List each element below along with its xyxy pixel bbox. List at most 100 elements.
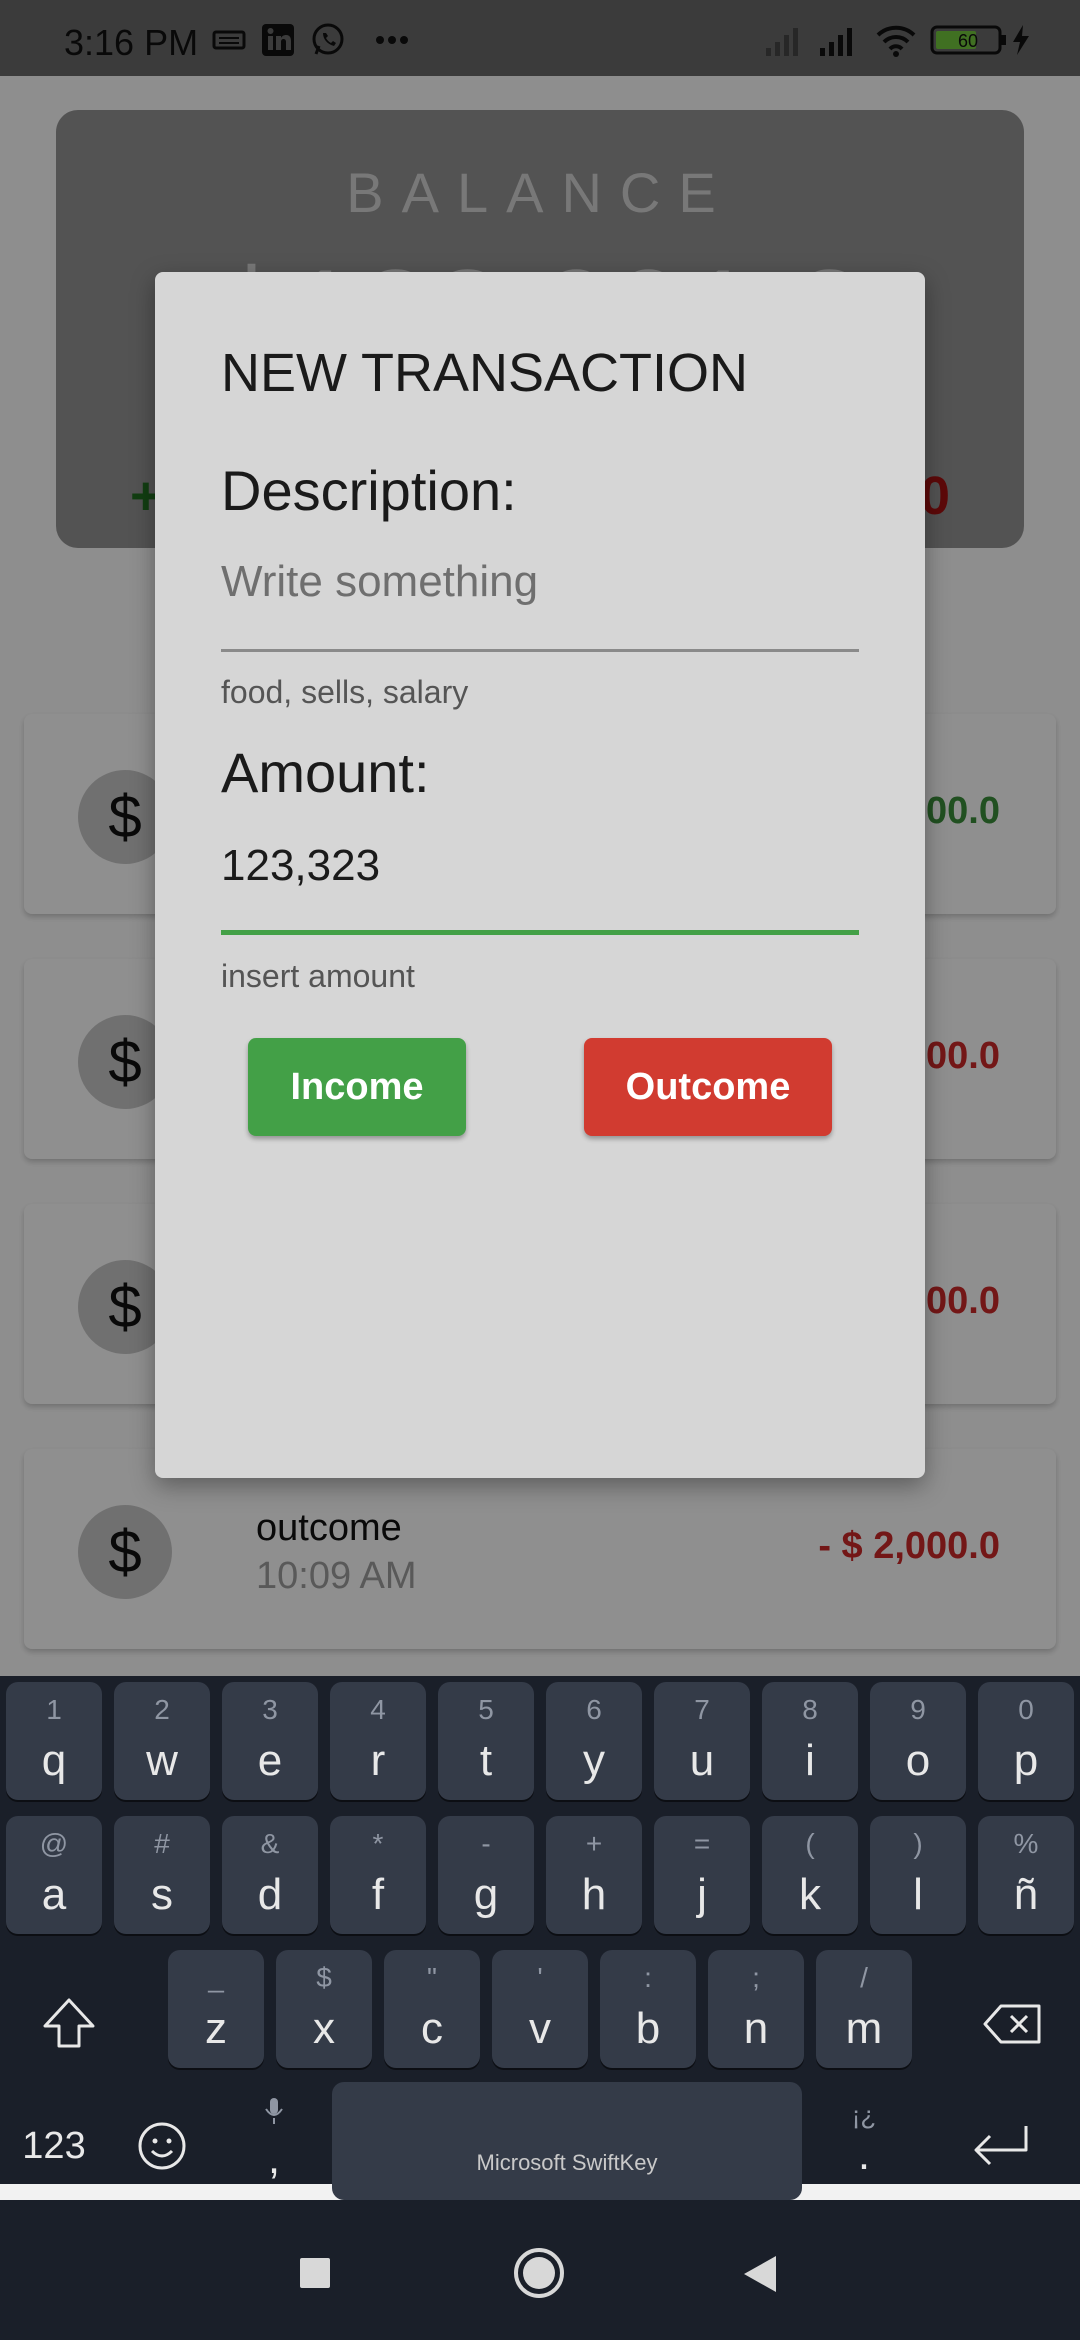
shift-key[interactable] — [6, 1966, 132, 2084]
key-label: n — [743, 2004, 769, 2053]
key-q[interactable]: 1q — [6, 1682, 102, 1800]
key-secondary-label: ; — [752, 1962, 760, 1993]
key-secondary-label: @ — [39, 1828, 69, 1859]
backspace-icon — [983, 2004, 1041, 2044]
key-label: x — [313, 2004, 335, 2053]
key-w[interactable]: 2w — [114, 1682, 210, 1800]
key-secondary-label: : — [644, 1962, 652, 1993]
comma-label: , — [267, 2134, 281, 2183]
key-label: p — [1013, 1736, 1039, 1785]
dialog-title: NEW TRANSACTION — [221, 343, 749, 403]
key-secondary-label: - — [481, 1828, 491, 1859]
back-icon[interactable] — [740, 2254, 780, 2294]
key-secondary-label: 4 — [370, 1694, 386, 1725]
key-label: i — [805, 1736, 815, 1785]
description-underline — [221, 649, 859, 652]
key-e[interactable]: 3e — [222, 1682, 318, 1800]
income-button[interactable]: Income — [248, 1038, 466, 1136]
key-secondary-label: 2 — [154, 1694, 170, 1725]
outcome-button[interactable]: Outcome — [584, 1038, 832, 1136]
key-l[interactable]: ) l — [870, 1816, 966, 1934]
key-secondary-label: 6 — [586, 1694, 602, 1725]
key-secondary-label: $ — [316, 1962, 332, 1993]
key-r[interactable]: 4r — [330, 1682, 426, 1800]
key-g[interactable]: -g — [438, 1816, 534, 1934]
key-label: d — [257, 1870, 283, 1919]
backspace-key[interactable] — [950, 1966, 1076, 2084]
amount-input[interactable] — [221, 818, 859, 914]
description-input[interactable] — [221, 534, 859, 630]
key-z[interactable]: _ z — [168, 1950, 264, 2068]
description-label: Description: — [221, 459, 517, 522]
key-m[interactable]: / m — [816, 1950, 912, 2068]
key-label: m — [845, 2004, 883, 2053]
new-transaction-dialog: NEW TRANSACTION Description: food, sells… — [155, 272, 925, 1478]
key-c[interactable]: " c — [384, 1950, 480, 2068]
key-secondary-label: # — [154, 1828, 170, 1859]
key-secondary-label: 3 — [262, 1694, 278, 1725]
key-secondary-label: + — [585, 1828, 603, 1859]
key-f[interactable]: * f — [330, 1816, 426, 1934]
key-p[interactable]: 0p — [978, 1682, 1074, 1800]
key-s[interactable]: # s — [114, 1816, 210, 1934]
key-d[interactable]: & d — [222, 1816, 318, 1934]
key-secondary-label: * — [372, 1828, 384, 1859]
key-i[interactable]: 8i — [762, 1682, 858, 1800]
microphone-icon — [265, 2098, 283, 2124]
enter-icon — [974, 2126, 1028, 2166]
key-label: b — [635, 2004, 661, 2053]
key-secondary-label: 7 — [694, 1694, 710, 1725]
key-b[interactable]: :b — [600, 1950, 696, 2068]
key-label: h — [581, 1870, 607, 1919]
home-icon[interactable] — [512, 2246, 566, 2300]
key-secondary-label: = — [693, 1828, 711, 1859]
key-a[interactable]: @ a — [6, 1816, 102, 1934]
key-k[interactable]: (k — [762, 1816, 858, 1934]
key-label: r — [370, 1736, 386, 1785]
key-o[interactable]: 9o — [870, 1682, 966, 1800]
enter-key[interactable] — [946, 2106, 1056, 2186]
key-x[interactable]: $ x — [276, 1950, 372, 2068]
key-label: s — [151, 1870, 173, 1919]
key-ñ[interactable]: % ñ — [978, 1816, 1074, 1934]
emoji-icon — [138, 2122, 186, 2170]
key-secondary-label: & — [260, 1828, 280, 1859]
key-secondary-label: 8 — [802, 1694, 818, 1725]
key-secondary-label: 0 — [1018, 1694, 1034, 1725]
recents-icon[interactable] — [298, 2256, 332, 2290]
numbers-key[interactable]: 123 — [6, 2106, 102, 2186]
key-label: e — [257, 1736, 283, 1785]
description-helper: food, sells, salary — [221, 674, 469, 710]
emoji-key[interactable] — [112, 2106, 212, 2186]
shift-icon — [43, 1998, 95, 2048]
key-label: u — [689, 1736, 715, 1785]
period-key[interactable]: ¡¿ . — [816, 2086, 912, 2196]
key-t[interactable]: 5t — [438, 1682, 534, 1800]
key-secondary-label: % — [1013, 1828, 1039, 1859]
navigation-bar — [0, 2200, 1080, 2340]
key-label: o — [905, 1736, 931, 1785]
key-label: f — [371, 1870, 385, 1919]
key-v[interactable]: ' v — [492, 1950, 588, 2068]
key-label: j — [697, 1870, 707, 1919]
amount-label: Amount: — [221, 741, 430, 804]
key-j[interactable]: = j — [654, 1816, 750, 1934]
key-secondary-label: " — [427, 1962, 437, 1993]
key-label: q — [41, 1736, 67, 1785]
key-u[interactable]: 7u — [654, 1682, 750, 1800]
key-secondary-label: ' — [537, 1962, 543, 1993]
key-h[interactable]: + h — [546, 1816, 642, 1934]
key-secondary-label: ( — [805, 1828, 815, 1859]
key-label: z — [205, 2004, 227, 2053]
key-label: a — [41, 1870, 67, 1919]
key-n[interactable]: ; n — [708, 1950, 804, 2068]
key-label: w — [146, 1736, 178, 1785]
key-label: g — [473, 1870, 499, 1919]
comma-key[interactable]: , — [226, 2086, 322, 2196]
space-key[interactable]: Microsoft SwiftKey — [332, 2082, 802, 2200]
key-secondary-label: ) — [913, 1828, 923, 1859]
key-y[interactable]: 6y — [546, 1682, 642, 1800]
key-label: k — [799, 1870, 821, 1919]
key-label: ñ — [1013, 1870, 1039, 1919]
amount-helper: insert amount — [221, 958, 415, 994]
